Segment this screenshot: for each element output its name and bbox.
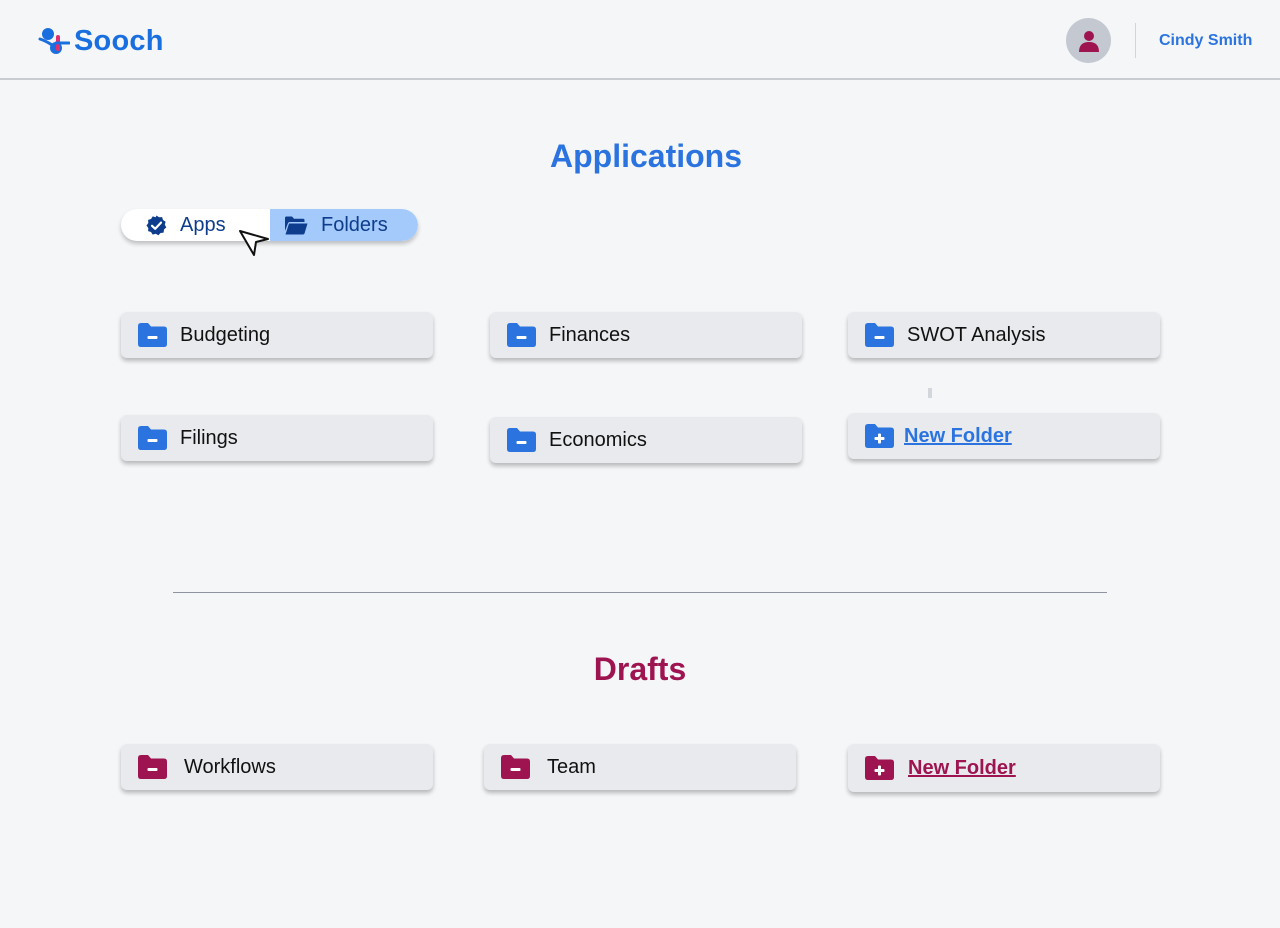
- new-folder-link[interactable]: New Folder: [908, 757, 1016, 780]
- mouse-pointer-icon: [239, 230, 269, 256]
- folder-plus-icon: [865, 424, 894, 448]
- folder-label: Team: [547, 755, 596, 778]
- draft-new-folder-button[interactable]: New Folder: [848, 744, 1160, 792]
- folder-icon: [138, 426, 167, 450]
- toggle-folders-button[interactable]: Folders: [270, 209, 418, 241]
- folder-icon: [501, 755, 530, 779]
- logo-mark-icon: [38, 28, 70, 54]
- folder-label: Economics: [549, 428, 647, 451]
- drag-handle-mark: [928, 388, 932, 398]
- folder-card-budgeting[interactable]: Budgeting: [121, 312, 433, 358]
- folder-plus-icon: [865, 756, 894, 780]
- folder-open-icon: [285, 216, 308, 234]
- brand-logo[interactable]: Sooch: [36, 24, 164, 58]
- top-header: Sooch Cindy Smith: [0, 0, 1280, 80]
- folder-label: SWOT Analysis: [907, 323, 1046, 346]
- draft-folder-card-team[interactable]: Team: [484, 744, 796, 790]
- drafts-title: Drafts: [593, 651, 687, 687]
- folder-card-swot-analysis[interactable]: SWOT Analysis: [848, 312, 1160, 358]
- folder-icon: [138, 323, 167, 347]
- folder-card-economics[interactable]: Economics: [490, 417, 802, 463]
- header-divider: [1135, 23, 1136, 58]
- draft-folder-card-workflows[interactable]: Workflows: [121, 744, 433, 790]
- username[interactable]: Cindy Smith: [1159, 32, 1252, 50]
- folder-label: Finances: [549, 323, 631, 346]
- toggle-folders-label: Folders: [321, 213, 388, 236]
- new-folder-link[interactable]: New Folder: [904, 425, 1012, 448]
- folder-label: Workflows: [184, 755, 276, 778]
- folder-icon: [138, 755, 167, 779]
- folder-icon: [865, 323, 894, 347]
- folder-icon: [507, 428, 536, 452]
- folder-card-finances[interactable]: Finances: [490, 312, 802, 358]
- folder-label: Budgeting: [180, 323, 271, 346]
- folder-label: Filings: [180, 426, 238, 449]
- folder-card-filings[interactable]: Filings: [121, 415, 433, 461]
- verified-check-icon: [146, 215, 167, 235]
- folder-icon: [507, 323, 536, 347]
- applications-title: Applications: [549, 138, 742, 174]
- brand-name: Sooch: [74, 24, 164, 57]
- new-folder-button[interactable]: New Folder: [848, 413, 1160, 459]
- avatar[interactable]: [1066, 18, 1111, 63]
- user-icon: [1078, 30, 1099, 52]
- toggle-apps-label: Apps: [180, 213, 226, 236]
- section-divider: [173, 592, 1107, 593]
